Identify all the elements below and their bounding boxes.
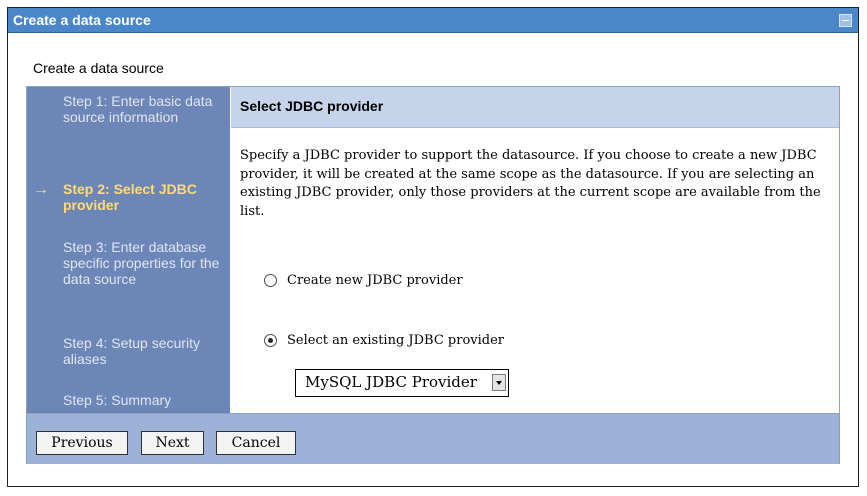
jdbc-provider-select[interactable]: MySQL JDBC Provider (295, 369, 509, 397)
chevron-down-icon[interactable] (492, 374, 506, 391)
create-new-provider-option[interactable]: Create new JDBC provider (264, 273, 463, 288)
cancel-button[interactable]: Cancel (216, 431, 296, 455)
previous-button[interactable]: Previous (36, 431, 128, 455)
select-existing-provider-option[interactable]: Select an existing JDBC provider (264, 333, 504, 348)
arrow-right-icon: → (33, 181, 49, 198)
window-titlebar: Create a data source (8, 8, 858, 33)
create-new-provider-label: Create new JDBC provider (287, 273, 463, 288)
jdbc-provider-select-value: MySQL JDBC Provider (305, 373, 477, 391)
step-4-label: Step 4: Setup security aliases (63, 335, 200, 367)
select-existing-provider-label: Select an existing JDBC provider (287, 333, 505, 348)
page-subtitle: Create a data source (33, 60, 164, 76)
button-bar: Previous Next Cancel (27, 413, 839, 464)
wizard-panel: Step 1: Enter basic data source informat… (26, 86, 840, 464)
step-3-label: Step 3: Enter database specific properti… (63, 239, 220, 287)
steps-sidebar: Step 1: Enter basic data source informat… (27, 87, 230, 413)
create-new-provider-radio[interactable] (264, 274, 277, 287)
content-header: Select JDBC provider (231, 87, 839, 128)
select-existing-provider-radio[interactable] (264, 334, 277, 347)
next-button[interactable]: Next (141, 431, 204, 455)
step-2-label: Step 2: Select JDBC provider (63, 181, 197, 213)
minimize-icon[interactable] (839, 14, 852, 27)
window-title: Create a data source (13, 12, 151, 28)
step-5-label: Step 5: Summary (63, 392, 172, 408)
step-description: Specify a JDBC provider to support the d… (240, 148, 821, 219)
content-title: Select JDBC provider (240, 98, 384, 114)
step-1-label: Step 1: Enter basic data source informat… (63, 93, 213, 125)
